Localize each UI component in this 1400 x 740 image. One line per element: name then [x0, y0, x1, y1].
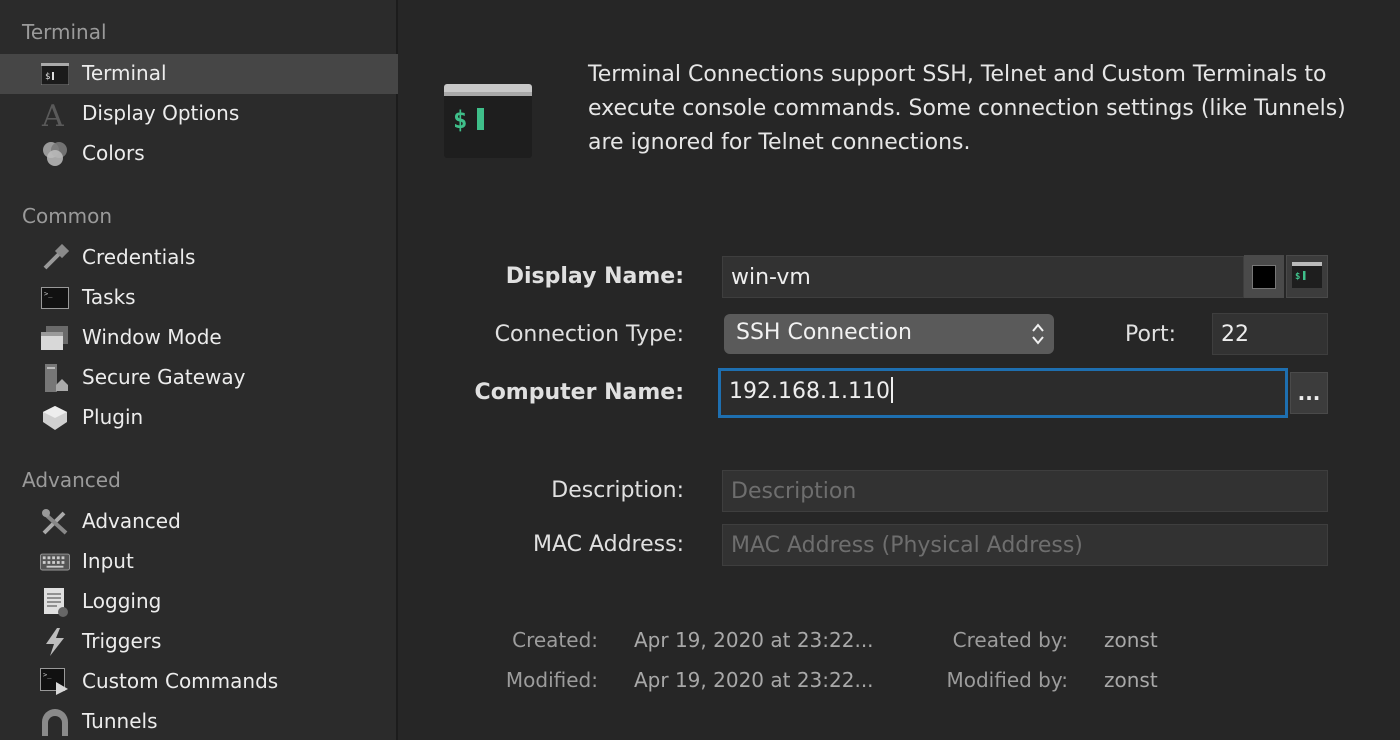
description-field[interactable]: Description	[722, 470, 1328, 512]
created-label: Created:	[512, 628, 598, 652]
computer-name-value: 192.168.1.110	[729, 379, 890, 404]
created-by-label: Created by:	[952, 628, 1068, 652]
sidebar-item-plugin[interactable]: Plugin	[0, 398, 398, 438]
sidebar-item-label: Custom Commands	[82, 669, 279, 693]
plugin-icon	[40, 404, 70, 432]
sidebar-item-credentials[interactable]: Credentials	[0, 238, 398, 278]
sidebar-item-label: Advanced	[82, 509, 181, 533]
mac-address-field[interactable]: MAC Address (Physical Address)	[722, 524, 1328, 566]
description-label: Description:	[551, 478, 684, 503]
secure-gateway-icon	[40, 364, 70, 392]
display-name-label: Display Name:	[505, 264, 684, 289]
connection-type-value: SSH Connection	[736, 320, 912, 345]
section-header-common: Common	[22, 204, 113, 228]
svg-text:>_: >_	[44, 290, 53, 298]
sidebar-item-label: Logging	[82, 589, 162, 613]
sidebar-item-secure-gateway[interactable]: Secure Gateway	[0, 358, 398, 398]
computer-name-label: Computer Name:	[474, 380, 684, 405]
color-swatch-button[interactable]	[1244, 255, 1284, 298]
sidebar-item-label: Display Options	[82, 101, 240, 125]
sidebar-item-label: Terminal	[82, 61, 167, 85]
sidebar-item-label: Plugin	[82, 405, 144, 429]
sidebar-item-label: Tasks	[82, 285, 136, 309]
keyboard-icon	[40, 548, 70, 576]
sidebar-item-tunnels[interactable]: Tunnels	[0, 702, 398, 740]
sidebar-item-label: Window Mode	[82, 325, 222, 349]
sidebar-item-logging[interactable]: Logging	[0, 582, 398, 622]
triggers-icon	[40, 628, 70, 656]
port-field[interactable]: 22	[1212, 313, 1328, 355]
icon-picker-button[interactable]: $	[1286, 255, 1328, 298]
sidebar-item-colors[interactable]: Colors	[0, 134, 398, 174]
sidebar-item-terminal[interactable]: $ Terminal	[0, 54, 398, 94]
terminal-prompt-glyph: $	[1295, 272, 1300, 282]
mac-address-label: MAC Address:	[532, 532, 684, 557]
tools-icon	[40, 508, 70, 536]
modified-by-value: zonst	[1104, 668, 1158, 692]
colors-icon	[40, 140, 70, 168]
font-icon: A	[40, 99, 70, 129]
terminal-icon: $	[444, 84, 532, 158]
modified-value: Apr 19, 2020 at 23:22...	[634, 668, 874, 692]
chevron-up-down-icon	[1030, 320, 1046, 348]
sidebar-item-label: Colors	[82, 141, 145, 165]
computer-name-field[interactable]: 192.168.1.110	[718, 368, 1288, 418]
created-by-value: zonst	[1104, 628, 1158, 652]
terminal-icon: $	[1292, 261, 1322, 292]
sidebar-item-display-options[interactable]: A Display Options	[0, 94, 398, 134]
svg-text:A: A	[41, 99, 64, 129]
browse-button[interactable]: ...	[1290, 372, 1328, 414]
sidebar-item-label: Credentials	[82, 245, 196, 269]
custom-commands-icon: >_	[40, 668, 70, 696]
modified-by-label: Modified by:	[946, 668, 1068, 692]
window-mode-icon	[40, 324, 70, 352]
modified-label: Modified:	[505, 668, 598, 692]
tasks-icon: >_	[40, 284, 70, 312]
logging-icon	[40, 588, 70, 617]
created-value: Apr 19, 2020 at 23:22...	[634, 628, 874, 652]
sidebar-item-triggers[interactable]: Triggers	[0, 622, 398, 662]
port-label: Port:	[1124, 322, 1176, 347]
key-icon	[40, 244, 70, 272]
connection-type-label: Connection Type:	[494, 322, 684, 347]
sidebar: Terminal $ Terminal A Display Options Co…	[0, 0, 398, 740]
sidebar-item-input[interactable]: Input	[0, 542, 398, 582]
terminal-icon: $	[40, 60, 70, 88]
sidebar-item-label: Triggers	[82, 629, 162, 653]
sidebar-item-tasks[interactable]: >_ Tasks	[0, 278, 398, 318]
sidebar-item-window-mode[interactable]: Window Mode	[0, 318, 398, 358]
sidebar-item-label: Tunnels	[82, 709, 158, 733]
sidebar-item-label: Input	[82, 549, 134, 573]
svg-text:>_: >_	[43, 671, 52, 679]
color-swatch	[1252, 264, 1276, 289]
display-name-field[interactable]: win-vm	[722, 256, 1244, 298]
svg-text:$: $	[45, 72, 50, 82]
sidebar-item-label: Secure Gateway	[82, 365, 246, 389]
text-cursor	[890, 377, 893, 403]
tunnels-icon	[40, 708, 70, 736]
intro-text: Terminal Connections support SSH, Telnet…	[588, 62, 1346, 155]
section-header-terminal: Terminal	[22, 20, 107, 44]
connection-type-select[interactable]: SSH Connection	[724, 314, 1054, 354]
sidebar-item-advanced[interactable]: Advanced	[0, 502, 398, 542]
terminal-prompt-glyph: $	[453, 106, 467, 134]
section-header-advanced: Advanced	[22, 468, 121, 492]
sidebar-item-custom-commands[interactable]: >_ Custom Commands	[0, 662, 398, 702]
